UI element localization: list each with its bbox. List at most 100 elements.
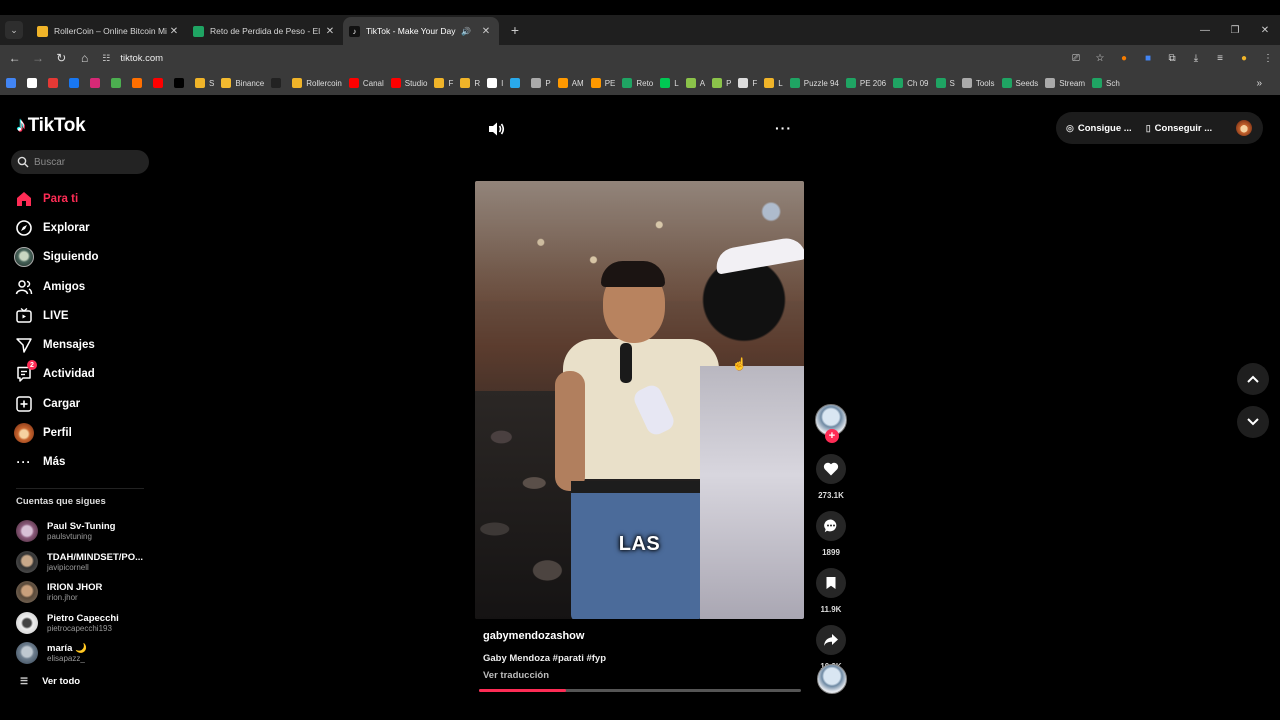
bookmark-item[interactable]: Stream — [1045, 78, 1085, 88]
see-all-button[interactable]: ☰ Ver todo — [20, 676, 80, 687]
speaker-icon[interactable]: 🔊 — [461, 27, 471, 36]
tab-search-button[interactable]: ⌄ — [5, 21, 23, 39]
bookmark-item[interactable]: Puzzle 94 — [789, 78, 839, 88]
bookmarks-overflow-icon[interactable]: » — [1256, 78, 1262, 89]
bookmark-item[interactable]: PE 206 — [845, 78, 886, 88]
volume-icon[interactable] — [488, 121, 506, 137]
bookmark-item[interactable]: S — [935, 78, 955, 88]
sidebar-item-explorar[interactable]: Explorar — [14, 213, 99, 242]
profile-avatar[interactable] — [1236, 120, 1252, 136]
bookmark-item[interactable] — [111, 78, 125, 88]
follow-plus-icon[interactable]: + — [825, 429, 839, 443]
comment-button[interactable]: 1899 — [814, 511, 848, 557]
bookmark-item[interactable]: AM — [557, 78, 584, 88]
address-bar[interactable]: ☷ tiktok.com — [102, 48, 1055, 68]
bookmark-item[interactable]: F — [738, 78, 757, 88]
bookmark-item[interactable]: Canal — [348, 78, 384, 88]
forward-icon[interactable]: → — [26, 51, 49, 65]
next-video-button[interactable] — [1237, 406, 1269, 438]
tab-rollercoin[interactable]: RollerCoin – Online Bitcoin Mining ✕ — [31, 17, 187, 45]
sidebar-item-actividad[interactable]: 2 Actividad — [14, 360, 99, 389]
following-account[interactable]: Paul Sv-Tuning paulsvtuning — [16, 516, 156, 547]
bookmark-item[interactable]: Reto — [622, 78, 653, 88]
download-icon[interactable]: ⤓ — [1184, 53, 1208, 64]
profile-icon[interactable]: ● — [1232, 53, 1256, 64]
like-button[interactable]: 273.1K — [814, 454, 848, 500]
see-translation-link[interactable]: Ver traducción — [483, 670, 549, 681]
following-account[interactable]: TDAH/MINDSET/PO... javipicornell — [16, 547, 156, 578]
tab-reto[interactable]: Reto de Perdida de Peso - El Método ✕ — [187, 17, 343, 45]
sidebar-item-siguiendo[interactable]: Siguiendo — [14, 243, 99, 272]
bookmark-item[interactable]: Tools — [961, 78, 995, 88]
bookmark-label: Rollercoin — [306, 78, 342, 88]
sidebar-item-para-ti[interactable]: Para ti — [14, 184, 99, 213]
home-icon[interactable]: ⌂ — [73, 51, 96, 65]
bookmark-item[interactable]: Sch — [1092, 78, 1120, 88]
bookmark-item[interactable] — [271, 78, 285, 88]
bookmark-item[interactable] — [132, 78, 146, 88]
bookmark-item[interactable] — [27, 78, 41, 88]
bookmark-item[interactable]: R — [460, 78, 480, 88]
bookmark-item[interactable] — [153, 78, 167, 88]
tab-tiktok[interactable]: ♪ TikTok - Make Your Day 🔊 ✕ — [343, 17, 499, 45]
reload-icon[interactable]: ↻ — [50, 51, 73, 65]
back-icon[interactable]: ← — [3, 51, 26, 65]
more-options-icon[interactable]: ··· — [775, 120, 792, 136]
extension-blue-icon[interactable]: ■ — [1136, 53, 1160, 64]
bookmark-item[interactable] — [69, 78, 83, 88]
bookmark-item[interactable]: P — [531, 78, 551, 88]
close-tab-icon[interactable]: ✕ — [167, 26, 181, 37]
sidebar-item-live[interactable]: LIVE — [14, 301, 99, 330]
following-account[interactable]: IRION JHOR irion.jhor — [16, 577, 156, 608]
bookmark-item[interactable]: F — [434, 78, 453, 88]
bookmark-item[interactable] — [48, 78, 62, 88]
install-app-icon[interactable]: ⎚ — [1064, 53, 1088, 64]
bookmark-item[interactable]: PE — [590, 78, 615, 88]
sidebar-item-cargar[interactable]: Cargar — [14, 389, 99, 418]
following-account[interactable]: Pietro Capecchi pietrocapecchi193 — [16, 608, 156, 639]
video-player[interactable]: LAS ☝ — [475, 181, 804, 619]
video-author[interactable]: gabymendozashow — [483, 630, 584, 642]
bookmark-item[interactable]: S — [195, 78, 214, 88]
site-info-icon[interactable]: ☷ — [102, 53, 110, 64]
sidebar-item-mas[interactable]: ··· Más — [14, 448, 99, 477]
bookmark-star-icon[interactable]: ☆ — [1088, 53, 1112, 64]
get-app-button[interactable]: ▯ Conseguir ... — [1146, 123, 1213, 134]
close-window-icon[interactable]: ✕ — [1250, 25, 1280, 36]
bookmark-item[interactable]: A — [685, 78, 705, 88]
bookmark-item[interactable] — [174, 78, 188, 88]
bookmark-item[interactable]: I — [487, 78, 503, 88]
restore-icon[interactable]: ❐ — [1220, 25, 1250, 36]
bookmark-item[interactable]: Studio — [390, 78, 427, 88]
new-tab-button[interactable]: + — [505, 22, 525, 38]
bookmark-item[interactable]: Seeds — [1001, 78, 1038, 88]
previous-video-button[interactable] — [1237, 363, 1269, 395]
sound-avatar[interactable] — [817, 664, 847, 694]
bookmark-item[interactable] — [90, 78, 104, 88]
bookmark-item[interactable]: P — [712, 78, 731, 88]
bookmark-item[interactable]: Ch 09 — [893, 78, 929, 88]
bookmark-item[interactable]: Binance — [221, 78, 264, 88]
get-coins-button[interactable]: ◎ Consigue ... — [1066, 123, 1132, 134]
search-input[interactable]: Buscar — [11, 150, 149, 174]
menu-icon[interactable]: ⋮ — [1256, 53, 1280, 64]
tiktok-logo[interactable]: ♪ TikTok — [16, 114, 86, 137]
following-account[interactable]: maría 🌙 elisapazz_ — [16, 638, 156, 669]
bookmark-item[interactable] — [6, 78, 20, 88]
bookmark-item[interactable]: L — [764, 78, 783, 88]
close-tab-icon[interactable]: ✕ — [479, 26, 493, 37]
video-progress-bar[interactable] — [479, 689, 801, 692]
sidebar-item-perfil[interactable]: Perfil — [14, 418, 99, 447]
sidebar-item-amigos[interactable]: Amigos — [14, 272, 99, 301]
bookmark-item[interactable]: Rollercoin — [292, 78, 342, 88]
minimize-icon[interactable]: — — [1190, 25, 1220, 36]
extension-fox-icon[interactable]: ● — [1112, 53, 1136, 64]
close-tab-icon[interactable]: ✕ — [323, 26, 337, 37]
bookmark-item[interactable] — [510, 78, 524, 88]
creator-avatar[interactable]: + — [815, 404, 847, 443]
sidebar-item-mensajes[interactable]: Mensajes — [14, 330, 99, 359]
media-icon[interactable]: ≡ — [1208, 53, 1232, 64]
bookmark-item[interactable]: L — [660, 78, 679, 88]
extensions-icon[interactable]: ⧉ — [1160, 53, 1184, 64]
save-button[interactable]: 11.9K — [814, 568, 848, 614]
